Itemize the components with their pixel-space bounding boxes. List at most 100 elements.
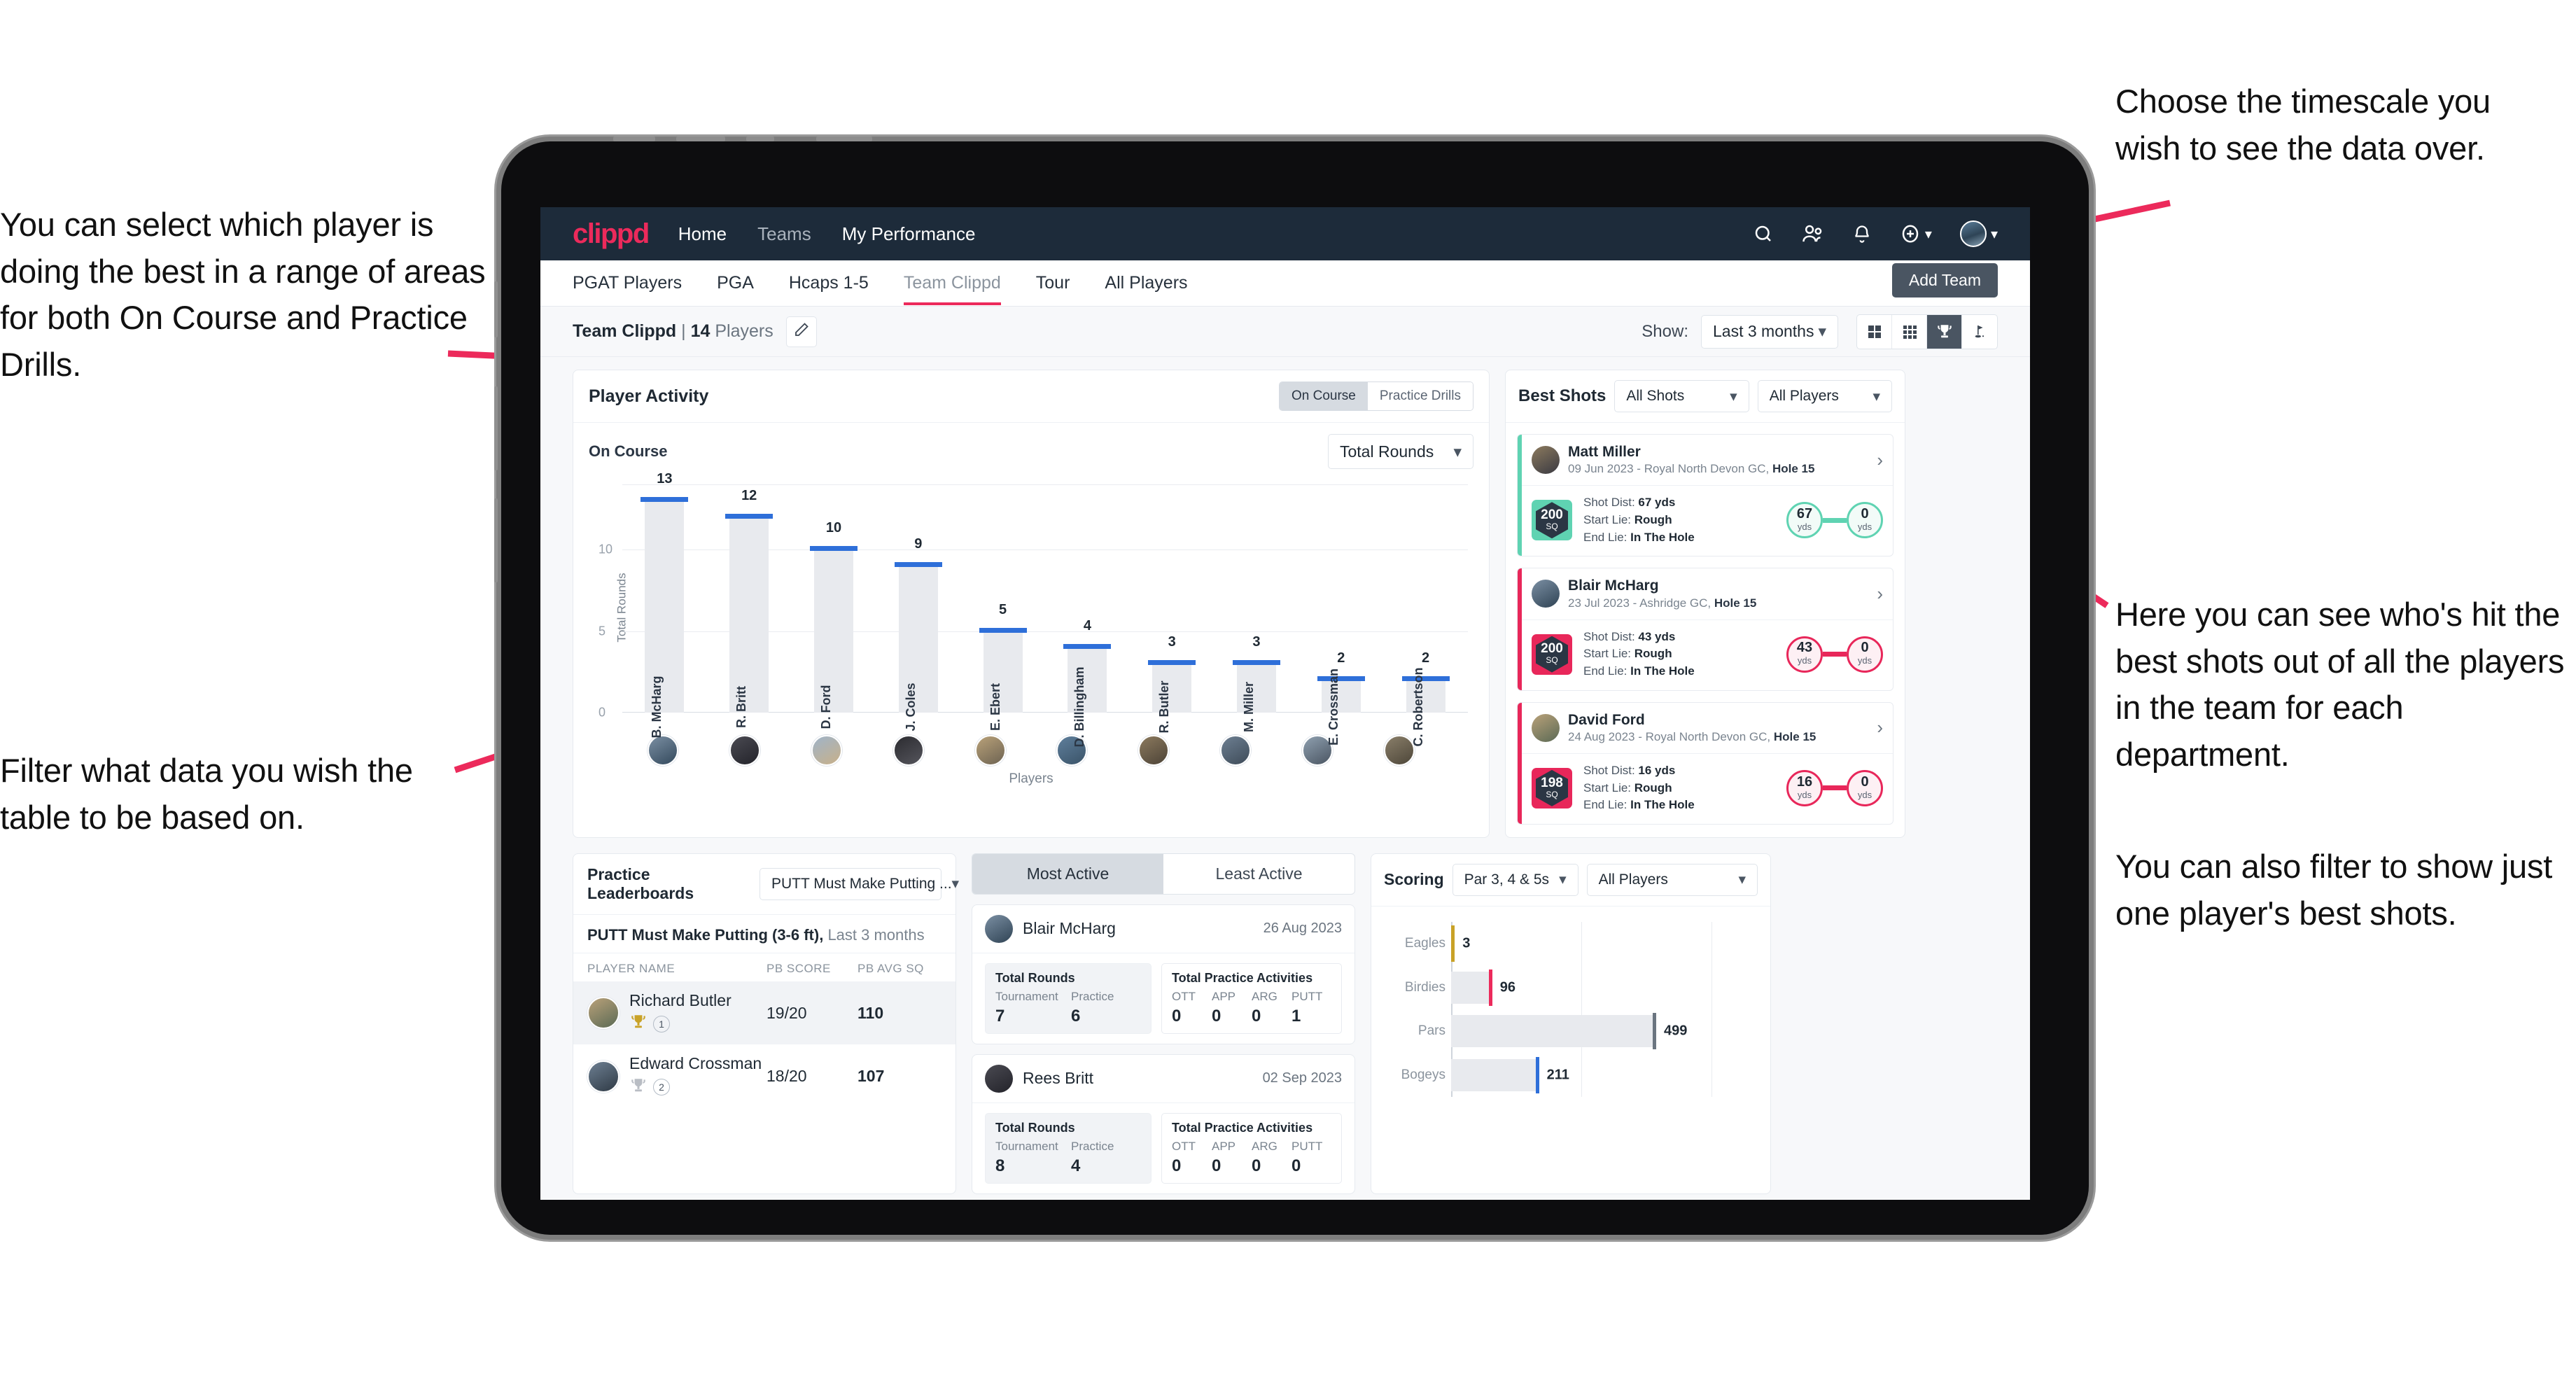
- player-avatar[interactable]: [729, 735, 761, 766]
- player-avatar[interactable]: [648, 735, 679, 766]
- chart-bar[interactable]: 13 B. McHarg: [640, 471, 689, 738]
- end-value: 0: [1861, 640, 1869, 656]
- bar-slot[interactable]: 2 E. Crossman: [1298, 484, 1383, 746]
- bar-slot[interactable]: 5 E. Ebert: [960, 484, 1045, 731]
- chart-bar[interactable]: 12 R. Britt: [725, 488, 774, 728]
- user-avatar-dropdown[interactable]: ▾: [1959, 220, 1998, 247]
- chevron-right-icon[interactable]: ›: [1877, 449, 1883, 471]
- end-unit: yds: [1857, 522, 1872, 533]
- dashboard-content: Player Activity On Course Practice Drill…: [540, 357, 2030, 1194]
- start-lie-label: Start Lie:: [1583, 780, 1634, 794]
- tab-pga[interactable]: PGA: [717, 262, 754, 304]
- bar-slot[interactable]: 12 R. Britt: [707, 484, 792, 728]
- pb-avg-sq-value: 107: [858, 1067, 885, 1086]
- activity-card[interactable]: Blair McHarg 26 Aug 2023 Total Rounds Tourn…: [972, 904, 1355, 1044]
- segment-practice-drills[interactable]: Practice Drills: [1367, 382, 1473, 410]
- add-team-button[interactable]: Add Team: [1891, 263, 1998, 298]
- chart-bar[interactable]: 10 D. Ford: [809, 520, 858, 729]
- segment-on-course[interactable]: On Course: [1280, 382, 1368, 410]
- people-icon[interactable]: [1802, 223, 1824, 244]
- end-unit: yds: [1857, 655, 1872, 666]
- view-toggle-grid-large[interactable]: [1857, 314, 1892, 349]
- chart-bar[interactable]: 4 D. Billingham: [1063, 618, 1112, 748]
- edit-team-button[interactable]: [785, 316, 817, 347]
- start-lie-row: Start Lie: Rough: [1583, 780, 1695, 797]
- chevron-down-icon: ▾: [1924, 226, 1932, 242]
- clippd-logo[interactable]: clippd: [573, 218, 650, 250]
- player-avatar[interactable]: [1219, 735, 1251, 766]
- tab-least-active[interactable]: Least Active: [1163, 854, 1354, 894]
- bar-slot[interactable]: 13 B. McHarg: [622, 471, 707, 738]
- start-unit: yds: [1797, 789, 1812, 800]
- scoring-value-label: 499: [1664, 1023, 1688, 1039]
- view-toggle-trophy[interactable]: [1927, 314, 1962, 349]
- player-avatar[interactable]: [892, 735, 924, 766]
- pb-avg-sq-value: 110: [858, 1003, 884, 1022]
- players-label: Players: [715, 321, 774, 341]
- search-icon[interactable]: [1753, 223, 1774, 244]
- best-shot-card[interactable]: David Ford 24 Aug 2023 - Royal North Devo…: [1517, 701, 1893, 825]
- shot-dist-value: 67 yds: [1638, 496, 1676, 510]
- annotation-right-middle: Here you can see who's hit the best shot…: [2115, 596, 2565, 774]
- bar-category-label: R. Britt: [734, 686, 749, 728]
- best-shot-card[interactable]: Matt Miller 09 Jun 2023 - Royal North Dev…: [1517, 434, 1893, 557]
- chart-bar[interactable]: 2 E. Crossman: [1317, 650, 1365, 746]
- tab-hcaps-1-5[interactable]: Hcaps 1-5: [789, 262, 869, 304]
- plus-circle-dropdown[interactable]: ▾: [1900, 223, 1932, 244]
- best-shot-card[interactable]: Blair McHarg 23 Jul 2023 - Ashridge GC, H…: [1517, 568, 1893, 691]
- period-select[interactable]: Last 3 months ▾: [1701, 314, 1838, 349]
- scoring-title: Scoring: [1384, 870, 1444, 889]
- bell-icon[interactable]: [1852, 223, 1872, 244]
- chart-bar[interactable]: 9 J. Coles: [894, 536, 942, 732]
- bar-slot[interactable]: 9 J. Coles: [876, 484, 960, 732]
- tab-team-clippd[interactable]: Team Clippd: [903, 262, 1001, 305]
- chevron-right-icon[interactable]: ›: [1877, 583, 1883, 605]
- rounds-metric: Tournament 8: [995, 1139, 1058, 1175]
- scoring-row[interactable]: Pars 499: [1418, 1013, 1712, 1050]
- tab-tour[interactable]: Tour: [1036, 262, 1070, 304]
- metric-select[interactable]: Total Rounds ▾: [1328, 434, 1474, 469]
- end-lie-row: End Lie: In The Hole: [1583, 797, 1695, 814]
- bar-slot[interactable]: 10 D. Ford: [792, 484, 876, 729]
- player-avatar[interactable]: [811, 735, 842, 766]
- scoring-row[interactable]: Birdies 96: [1405, 969, 1712, 1006]
- chart-bar[interactable]: 5 E. Ebert: [979, 602, 1027, 731]
- par-filter-select[interactable]: Par 3, 4 & 5s ▾: [1452, 863, 1578, 896]
- nav-link-my-performance[interactable]: My Performance: [842, 223, 976, 245]
- scoring-player-select[interactable]: All Players ▾: [1586, 863, 1758, 896]
- total-rounds-box: Total Rounds Tournament 7 Practice 6: [985, 962, 1152, 1034]
- leaderboard-row[interactable]: Richard Butler 1 19/20 110: [573, 981, 955, 1045]
- bar-slot[interactable]: 3 R. Butler: [1130, 484, 1214, 734]
- bar-slot[interactable]: 3 M. Miller: [1214, 484, 1299, 732]
- accent-edge: [1518, 702, 1522, 824]
- bar-slot[interactable]: 4 D. Billingham: [1045, 484, 1130, 748]
- tab-most-active[interactable]: Most Active: [972, 853, 1163, 894]
- nav-link-home[interactable]: Home: [678, 223, 727, 245]
- scoring-row[interactable]: Eagles 3: [1405, 925, 1712, 962]
- tab-pgat-players[interactable]: PGAT Players: [573, 262, 682, 304]
- shot-hole: Hole 15: [1773, 729, 1816, 743]
- best-shots-card: Best Shots All Shots ▾ All Players ▾ Mat…: [1505, 370, 1905, 838]
- drill-select[interactable]: PUTT Must Make Putting ... ▾: [760, 867, 959, 900]
- activity-card[interactable]: Rees Britt 02 Sep 2023 Total Rounds Tournam…: [972, 1054, 1355, 1194]
- player-avatar[interactable]: [1383, 735, 1415, 766]
- chart-bar[interactable]: 3 R. Butler: [1148, 634, 1196, 734]
- scoring-category-label: Birdies: [1404, 979, 1446, 995]
- tab-all-players[interactable]: All Players: [1105, 262, 1187, 304]
- view-toggle-flag[interactable]: [1962, 315, 1997, 349]
- leaderboard-row[interactable]: Edward Crossman 2 18/20 107: [573, 1044, 955, 1108]
- view-toggle-grid-small[interactable]: [1892, 314, 1927, 349]
- trophy-icon: [629, 1013, 648, 1035]
- chevron-right-icon[interactable]: ›: [1877, 717, 1883, 738]
- nav-link-teams[interactable]: Teams: [757, 223, 811, 245]
- pb-score-value: 18/20: [766, 1067, 807, 1086]
- bar-slot[interactable]: 2 C. Robertson: [1383, 484, 1468, 747]
- player-avatar[interactable]: [974, 735, 1006, 766]
- scoring-row[interactable]: Bogeys 211: [1401, 1056, 1712, 1093]
- chart-bar[interactable]: 2 C. Robertson: [1401, 650, 1450, 747]
- shot-type-select[interactable]: All Shots ▾: [1614, 380, 1749, 412]
- chart-bar[interactable]: 3 M. Miller: [1232, 634, 1280, 732]
- player-filter-select[interactable]: All Players ▾: [1757, 380, 1893, 412]
- player-activity-chart: Total Rounds 10 5 0 13 B. McHarg 12 R. Brit…: [590, 471, 1472, 748]
- player-avatar[interactable]: [1138, 735, 1170, 766]
